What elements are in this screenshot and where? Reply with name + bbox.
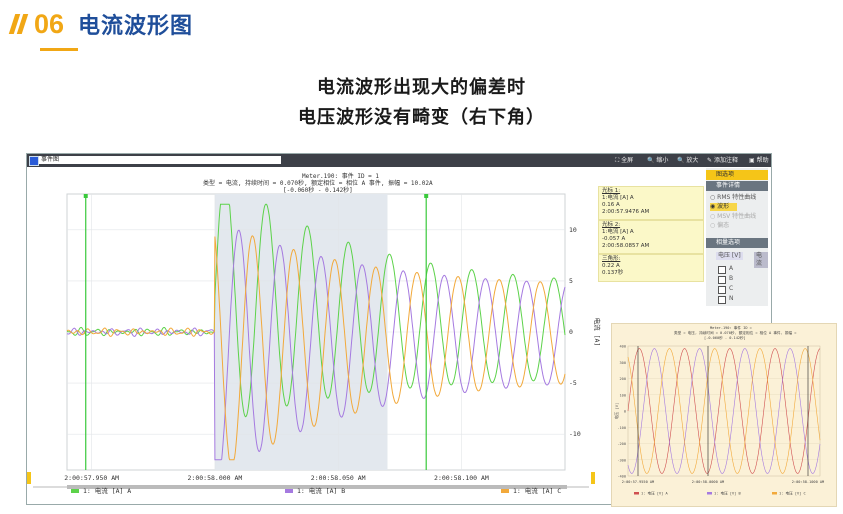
radio-skew-label: 偏态 xyxy=(717,222,730,229)
inset-y-tick: 400 xyxy=(620,345,627,349)
inset-header-line-2: 类型 = 电压, 持续时间 = 0.070秒, 额定相位 = 相位 A 事件, … xyxy=(674,330,797,335)
radio-waveform-label: 波形 xyxy=(717,203,730,210)
inset-y-tick: -200 xyxy=(617,442,626,446)
inset-header-line-3: [-0.060秒 - 0.142秒] xyxy=(704,335,746,340)
legend-swatch-1 xyxy=(71,489,79,493)
channel-b-checkbox[interactable] xyxy=(718,276,726,284)
legend-label-1: 1: 电流 [A] A xyxy=(83,486,131,495)
y-tick-label: -5 xyxy=(569,379,577,387)
y-tick-label: 10 xyxy=(569,226,577,234)
y-tick-label: -10 xyxy=(569,430,581,438)
legend-label-2: 1: 电流 [A] B xyxy=(297,486,345,495)
cursor-2-title: 光标 2: xyxy=(602,222,621,228)
voltage-waveform-chart: Meter.190: 事件 ID =类型 = 电压, 持续时间 = 0.070秒… xyxy=(614,325,825,496)
section-title: 电流波形图 xyxy=(78,14,194,39)
radio-msv[interactable]: ○ MSV 特性曲线 xyxy=(710,213,756,221)
radio-skew[interactable]: ○ 偏态 xyxy=(710,222,729,230)
x-tick-label: 2:00:57.950 AM xyxy=(64,474,119,482)
legend-swatch-2 xyxy=(285,489,293,493)
inset-y-tick: 200 xyxy=(620,377,627,381)
inset-y-tick: -400 xyxy=(617,475,626,479)
inset-header-line-1: Meter.190: 事件 ID = xyxy=(710,325,753,330)
x-tick-label: 2:00:58.050 AM xyxy=(311,474,366,482)
channel-a-label: A xyxy=(729,265,734,272)
x-tick-label: 2:00:58.100 AM xyxy=(434,474,489,482)
inset-x-tick: 2:00:58.1000 AM xyxy=(792,480,825,484)
inset-x-tick: 2:00:57.9550 AM xyxy=(622,480,655,484)
x-tick-label: 2:00:58.000 AM xyxy=(188,474,243,482)
channel-a-checkbox[interactable] xyxy=(718,266,726,274)
delta-time: 0.137秒 xyxy=(602,270,624,276)
inset-legend-swatch xyxy=(634,492,639,495)
inset-legend-label: 1: 电压 [V] A xyxy=(641,491,668,496)
voltage-waveform-inset: Meter.190: 事件 ID = 类型 = 电压, 持续时间 = 0.070秒… xyxy=(611,323,837,507)
tab-voltage[interactable]: 电压 [V] xyxy=(716,252,743,260)
cursor-1-time: 2:00:57.9476 AM xyxy=(602,209,650,215)
legend-label-3: 1: 电流 [A] C xyxy=(513,486,561,495)
inset-y-tick: -300 xyxy=(617,458,626,462)
radio-rms-label: RMS 特性曲线 xyxy=(717,194,757,201)
inset-legend-swatch xyxy=(707,492,712,495)
cursor-1-channel: 1:电流 [A] A xyxy=(602,195,634,201)
inset-legend-label: 1: 电压 [V] C xyxy=(779,491,806,496)
section-number: 06 xyxy=(34,8,65,39)
channel-b-label: B xyxy=(729,275,734,282)
inset-legend-swatch xyxy=(772,492,777,495)
channel-c-label: C xyxy=(729,285,734,292)
inset-y-tick: 100 xyxy=(620,393,627,397)
cursor-1-title: 光标 1: xyxy=(602,188,621,194)
cursor-2-channel: 1:电流 [A] A xyxy=(602,229,634,235)
radio-waveform[interactable]: ◉ 波形 xyxy=(710,203,738,211)
section-header: 06 电流波形图 xyxy=(8,6,194,42)
cursor-1-value: 0.16 A xyxy=(602,202,620,208)
cursor-2-box: 光标 2: 1:电流 [A] A -0.057 A 2:00:58.0857 A… xyxy=(598,220,704,254)
channel-n-checkbox[interactable] xyxy=(718,296,726,304)
cursor-2-value: -0.057 A xyxy=(602,236,626,242)
radio-msv-label: MSV 特性曲线 xyxy=(717,213,757,220)
options-panel: 图选项 事件详情 ○ RMS 特性曲线 ◉ 波形 ○ MSV 特性曲线 ○ 偏态… xyxy=(706,168,768,306)
scroll-right-arrow xyxy=(591,472,595,484)
inset-y-label: 电压 [V] xyxy=(614,403,619,420)
tab-current[interactable]: 电流 xyxy=(754,252,768,268)
inset-x-tick: 2:00:58.0000 AM xyxy=(692,480,725,484)
channel-options-header[interactable]: 相量选项 xyxy=(706,238,768,248)
inset-y-tick: -100 xyxy=(617,426,626,430)
caption-line-2: 电压波形没有畸变（右下角） xyxy=(298,107,545,128)
inset-legend-label: 1: 电压 [V] B xyxy=(714,491,741,496)
cursor-2-time: 2:00:58.0857 AM xyxy=(602,243,650,249)
legend-swatch-3 xyxy=(501,489,509,493)
event-details-header[interactable]: 事件详情 xyxy=(706,181,768,191)
chart-options-header[interactable]: 图选项 xyxy=(706,170,768,180)
header-underline xyxy=(40,48,78,51)
inset-y-tick: 300 xyxy=(620,361,627,365)
cursor-handle-1 xyxy=(83,194,88,198)
y-tick-label: 0 xyxy=(569,328,573,336)
inset-y-tick: 0 xyxy=(624,410,626,414)
cursor-1-box: 光标 1: 1:电流 [A] A 0.16 A 2:00:57.9476 AM xyxy=(598,186,704,220)
caption-line-1: 电流波形出现大的偏差时 xyxy=(317,77,526,98)
cursor-handle-2 xyxy=(424,194,429,198)
scroll-left-arrow xyxy=(27,472,31,484)
radio-rms[interactable]: ○ RMS 特性曲线 xyxy=(710,194,756,202)
channel-n-label: N xyxy=(729,295,734,302)
delta-value: 0.22 A xyxy=(602,263,620,269)
delta-title: 三角形: xyxy=(602,256,621,262)
channel-c-checkbox[interactable] xyxy=(718,286,726,294)
y-tick-label: 5 xyxy=(569,277,573,285)
y-axis-label: 电流 [A] xyxy=(593,318,602,347)
delta-box: 三角形: 0.22 A 0.137秒 xyxy=(598,254,704,282)
